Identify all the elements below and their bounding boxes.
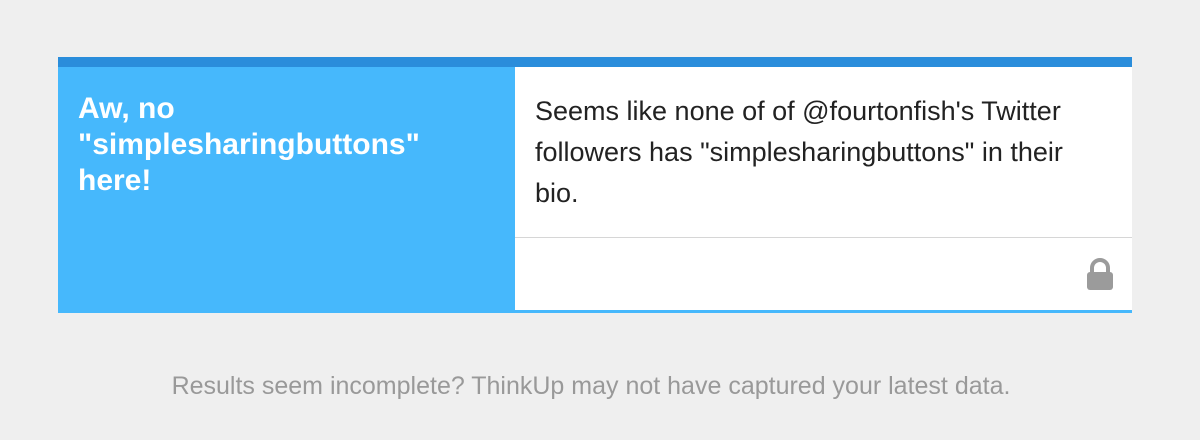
- insight-headline-panel: Aw, no "simplesharingbuttons" here!: [58, 67, 515, 310]
- insight-divider: [515, 237, 1132, 238]
- insight-card: Aw, no "simplesharingbuttons" here! Seem…: [58, 57, 1132, 313]
- footer-note: Results seem incomplete? ThinkUp may not…: [171, 372, 1011, 400]
- lock-icon[interactable]: [1086, 258, 1114, 290]
- insight-headline: Aw, no "simplesharingbuttons" here!: [78, 92, 420, 197]
- insight-body-text: Seems like none of of @fourtonfish's Twi…: [535, 96, 1063, 208]
- insight-body-panel: Seems like none of of @fourtonfish's Twi…: [515, 67, 1132, 310]
